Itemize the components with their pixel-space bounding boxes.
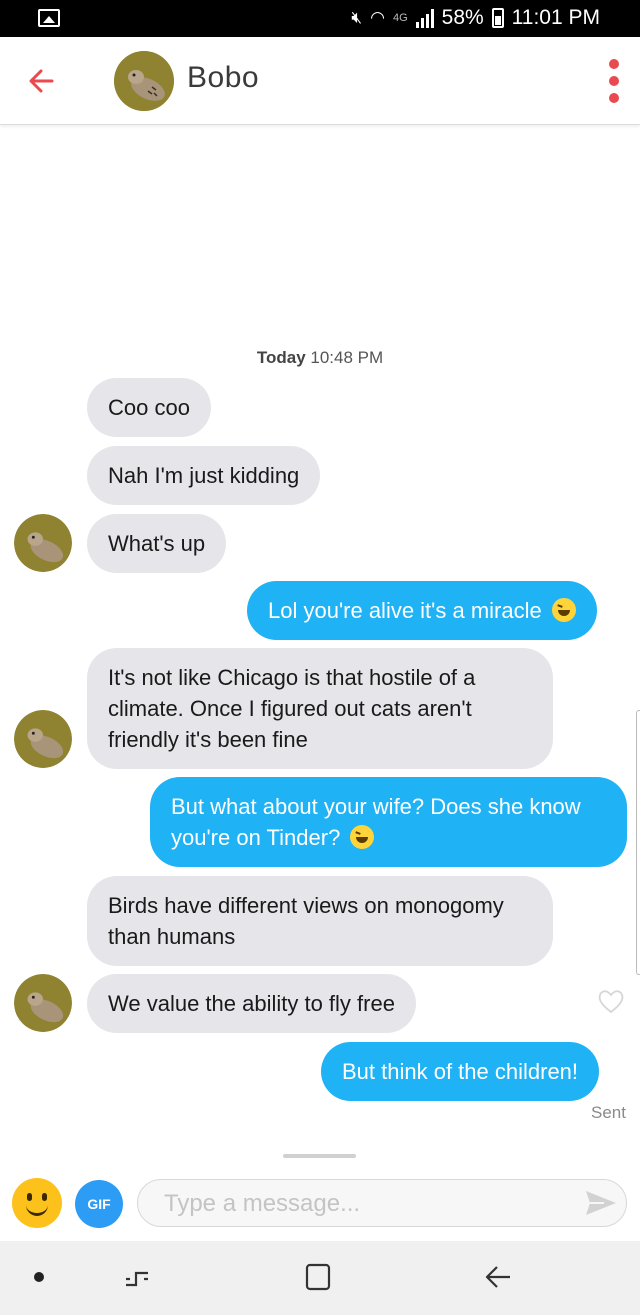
sent-status: Sent — [591, 1103, 626, 1122]
gallery-icon — [38, 9, 60, 27]
status-bar: 🔇︎ ◠ 4G 58% 11:01 PM — [0, 0, 640, 37]
timestamp-day: Today — [256, 348, 306, 367]
send-icon[interactable] — [584, 1188, 618, 1218]
recent-apps-icon[interactable] — [122, 1263, 152, 1293]
status-icons: 🔇︎ ◠ 4G 58% 11:01 PM — [351, 6, 600, 30]
contact-avatar[interactable] — [114, 51, 174, 111]
message-input[interactable]: Type a message... — [137, 1179, 627, 1227]
scrollbar[interactable] — [636, 710, 640, 975]
received-message[interactable]: Birds have different views on monogomy t… — [87, 876, 553, 966]
signal-icon — [415, 8, 434, 28]
sent-message[interactable]: But what about your wife? Does she know … — [150, 777, 627, 867]
received-message[interactable]: We value the ability to fly free — [87, 974, 416, 1033]
received-message[interactable]: Nah I'm just kidding — [87, 446, 321, 505]
kebab-menu-icon[interactable] — [604, 59, 624, 103]
received-message[interactable]: Coo coo — [87, 378, 211, 437]
sent-message[interactable]: Lol you're alive it's a miracle — [247, 581, 597, 640]
received-message[interactable]: What's up — [87, 514, 227, 573]
sent-message[interactable]: But think of the children! — [321, 1042, 600, 1101]
battery-icon — [491, 8, 504, 28]
contact-name[interactable]: Bobo — [187, 61, 259, 95]
heart-icon[interactable] — [596, 986, 626, 1016]
wifi-icon: ◠ — [370, 8, 385, 27]
contact-avatar-small[interactable] — [14, 974, 72, 1032]
message-text: But what about your wife? Does she know … — [171, 794, 581, 850]
contact-avatar-small[interactable] — [14, 710, 72, 768]
network-type: 4G — [392, 12, 408, 24]
contact-avatar-small[interactable] — [14, 514, 72, 572]
drag-handle[interactable] — [283, 1154, 356, 1158]
battery-percent: 58% — [441, 6, 484, 29]
clock: 11:01 PM — [511, 6, 600, 29]
gif-button[interactable]: GIF — [75, 1180, 123, 1228]
mute-icon: 🔇︎ — [351, 8, 363, 27]
smiley-icon[interactable] — [12, 1178, 62, 1228]
laughing-emoji-icon — [350, 825, 375, 849]
message-placeholder: Type a message... — [164, 1190, 361, 1217]
conversation-timestamp: Today 10:48 PM — [0, 348, 640, 368]
received-message[interactable]: It's not like Chicago is that hostile of… — [87, 648, 553, 769]
laughing-emoji-icon — [551, 598, 576, 622]
system-nav-bar — [0, 1241, 640, 1315]
timestamp-time: 10:48 PM — [310, 348, 384, 367]
home-icon[interactable] — [303, 1261, 333, 1293]
chat-header: Bobo — [0, 37, 640, 125]
back-icon[interactable] — [483, 1261, 513, 1293]
message-text: Lol you're alive it's a miracle — [268, 598, 542, 623]
dot-icon[interactable] — [34, 1272, 44, 1282]
back-arrow-icon[interactable] — [22, 61, 62, 101]
